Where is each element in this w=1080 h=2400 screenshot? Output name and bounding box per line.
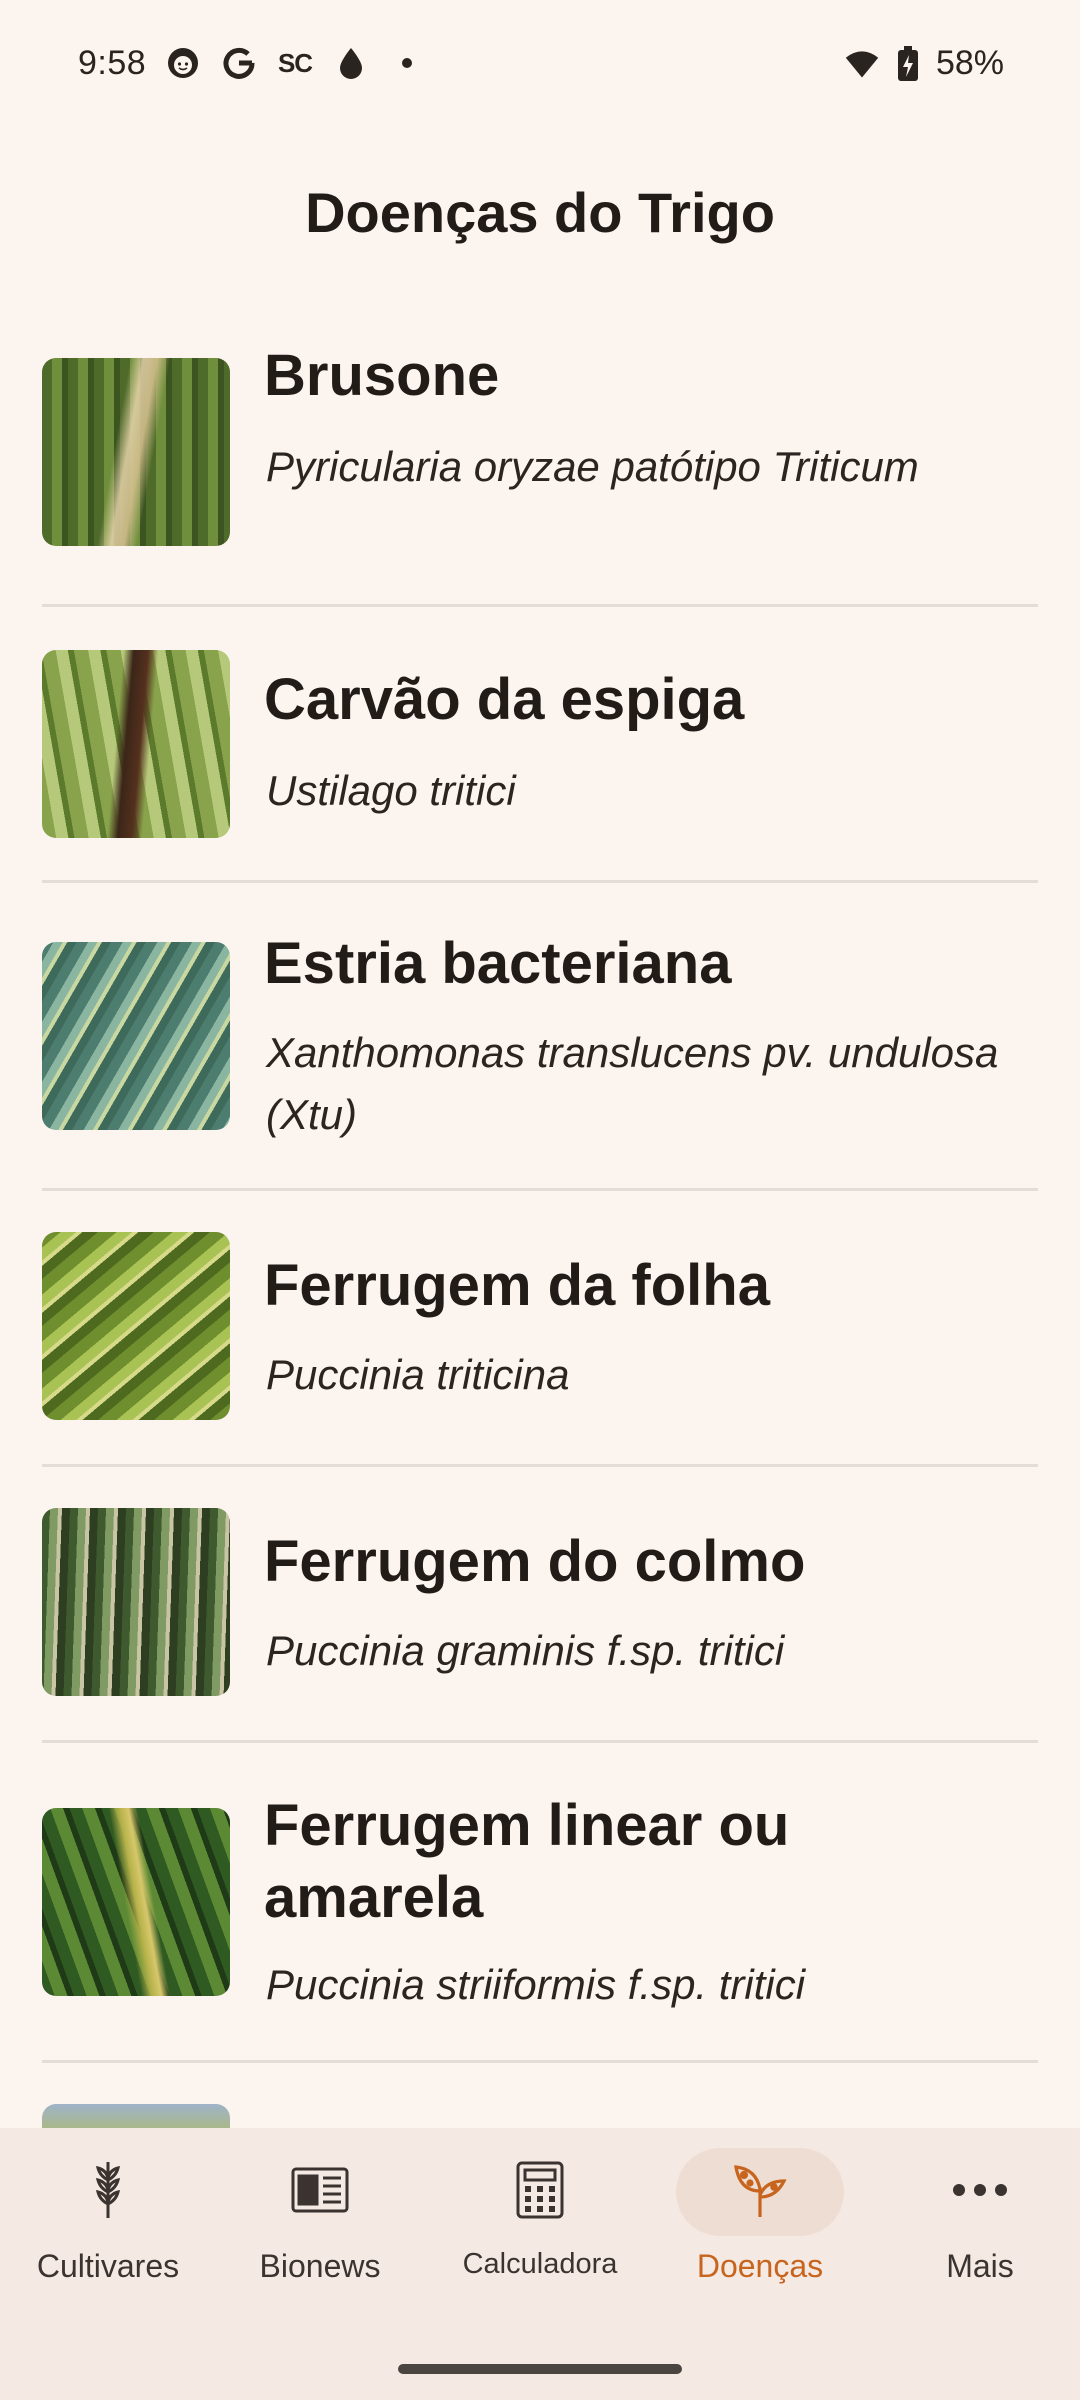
disease-name: Estria bacteriana — [264, 931, 732, 996]
status-right-icons: 58% — [844, 44, 1004, 83]
disease-thumbnail — [42, 2104, 230, 2128]
dot-icon — [389, 45, 425, 81]
nav-item-cultivares[interactable]: Cultivares — [0, 2128, 216, 2328]
nav-icon-container — [236, 2148, 404, 2236]
status-time: 9:58 — [78, 44, 147, 82]
wifi-icon — [844, 46, 880, 82]
nav-item-mais[interactable]: Mais — [872, 2128, 1080, 2328]
page-title: Doenças do Trigo — [305, 181, 775, 244]
nav-icon-container — [676, 2148, 844, 2236]
disease-thumbnail — [42, 1808, 230, 1996]
nav-icon-container — [456, 2148, 624, 2236]
nav-item-bionews[interactable]: Bionews — [212, 2128, 428, 2328]
wheat-icon — [86, 2160, 130, 2225]
nav-label: Doenças — [696, 2248, 824, 2284]
disease-scientific-name: Puccinia triticina — [266, 1351, 570, 1398]
battery-charging-icon — [890, 45, 926, 82]
nav-icon-container — [24, 2148, 192, 2236]
divider — [42, 880, 1038, 883]
bottom-navigation: Cultivares Bionews Calculadora Doenças M… — [0, 2128, 1080, 2400]
divider — [42, 1188, 1038, 1191]
plant-disease-icon — [730, 2161, 790, 2224]
disease-item-ferrugem-do-colmo[interactable]: Ferrugem do colmo Puccinia graminis f.sp… — [42, 1508, 1038, 1738]
disease-name: Ferrugem linear ou amarela — [264, 1793, 790, 1930]
disease-thumbnail — [42, 1232, 230, 1420]
face-icon — [165, 45, 201, 81]
disease-item-partial[interactable] — [42, 2104, 1038, 2128]
nav-item-calculadora[interactable]: Calculadora — [432, 2128, 648, 2328]
disease-scientific-name: Xanthomonas translucens pv. undulosa (Xt… — [266, 1029, 999, 1138]
disease-name: Brusone — [264, 343, 500, 408]
status-left-icons: SC — [165, 45, 425, 81]
disease-item-ferrugem-da-folha[interactable]: Ferrugem da folha Puccinia triticina — [42, 1232, 1038, 1462]
disease-thumbnail — [42, 1508, 230, 1696]
nav-label: Bionews — [259, 2248, 381, 2284]
disease-item-carvao-da-espiga[interactable]: Carvão da espiga Ustilago tritici — [42, 650, 1038, 880]
status-bar: 9:58 SC 58% — [0, 0, 1080, 130]
disease-item-brusone[interactable]: Brusone Pyricularia oryzae patótipo Trit… — [42, 340, 1038, 590]
nav-label: Cultivares — [36, 2248, 180, 2284]
sc-icon: SC — [277, 47, 313, 78]
divider — [42, 604, 1038, 607]
home-indicator[interactable] — [398, 2364, 682, 2374]
divider — [42, 2060, 1038, 2063]
more-horizontal-icon — [951, 2182, 1009, 2203]
disease-item-ferrugem-linear-ou-amarela[interactable]: Ferrugem linear ou amarela Puccinia stri… — [42, 1786, 1038, 2066]
google-icon — [221, 45, 257, 81]
disease-thumbnail — [42, 650, 230, 838]
disease-thumbnail — [42, 358, 230, 546]
drop-icon — [333, 45, 369, 81]
disease-scientific-name: Ustilago tritici — [266, 767, 516, 814]
divider — [42, 1740, 1038, 1743]
nav-icon-container — [896, 2148, 1064, 2236]
battery-percentage: 58% — [935, 44, 1004, 82]
disease-scientific-name: Puccinia graminis f.sp. tritici — [266, 1627, 785, 1674]
divider — [42, 1464, 1038, 1467]
disease-name: Ferrugem do colmo — [264, 1529, 806, 1594]
nav-label: Mais — [946, 2248, 1014, 2284]
disease-scientific-name: Puccinia striiformis f.sp. tritici — [266, 1961, 806, 2008]
disease-item-estria-bacteriana[interactable]: Estria bacteriana Xanthomonas translucen… — [42, 910, 1038, 1180]
disease-thumbnail — [42, 942, 230, 1130]
nav-item-doencas[interactable]: Doenças — [652, 2128, 868, 2328]
disease-name: Ferrugem da folha — [264, 1253, 770, 1318]
news-icon — [291, 2166, 349, 2219]
calculator-icon — [515, 2161, 565, 2224]
disease-name: Carvão da espiga — [264, 667, 745, 732]
nav-label: Calculadora — [462, 2248, 618, 2280]
disease-scientific-name: Pyricularia oryzae patótipo Triticum — [266, 443, 919, 490]
